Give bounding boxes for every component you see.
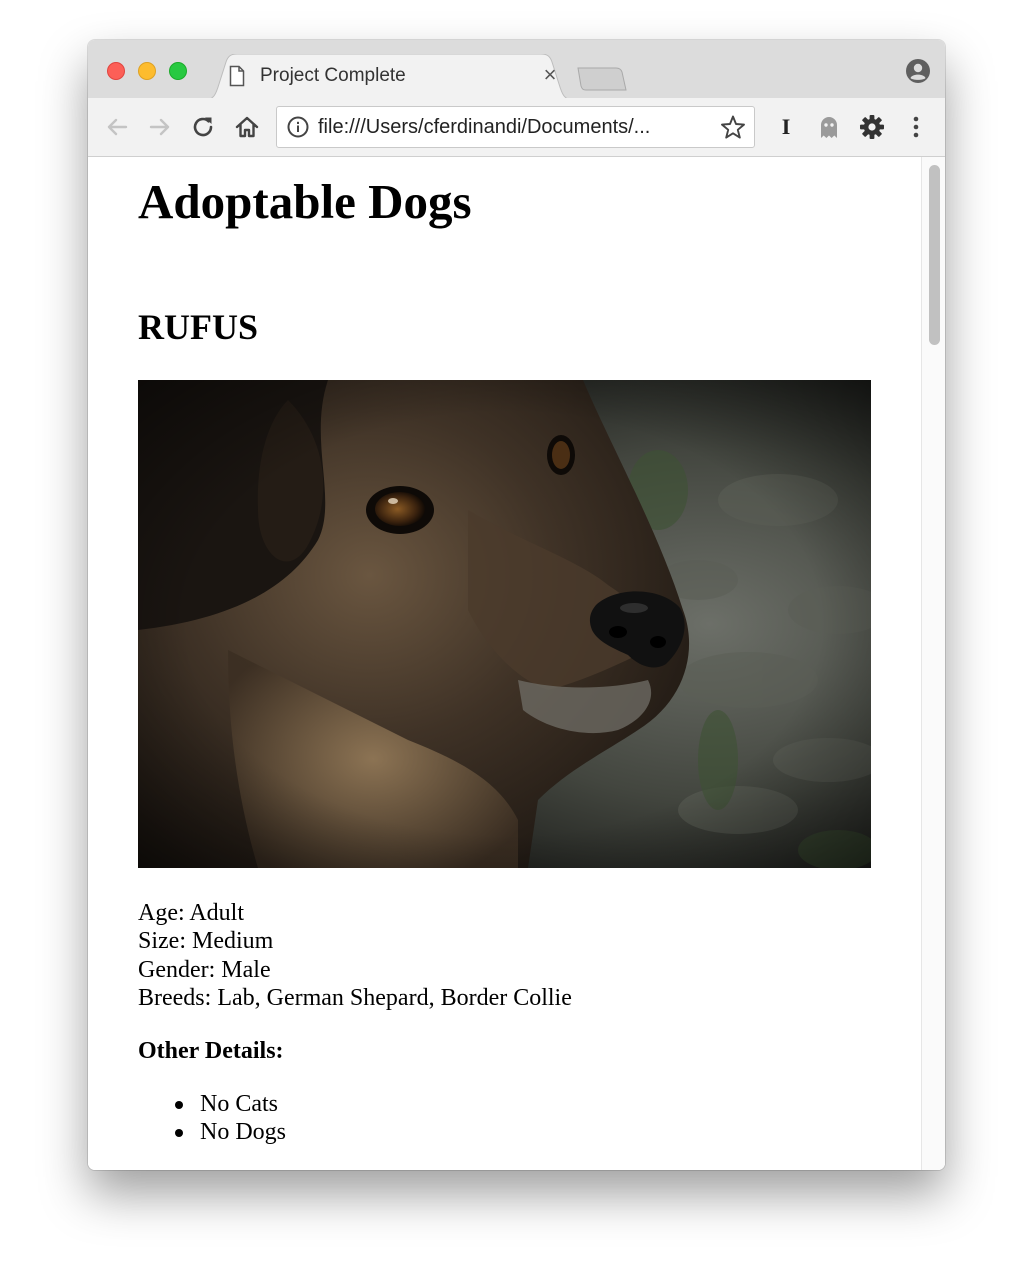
list-item-text: No Dogs [200, 1119, 287, 1146]
zoom-window-button[interactable] [169, 62, 187, 80]
other-details-list: No Cats No Dogs [138, 1090, 286, 1147]
dog-details: Age: Adult Size: Medium Gender: Male Bre… [138, 899, 572, 1013]
list-item-text: No Cats [200, 1091, 278, 1117]
profile-icon[interactable] [905, 58, 931, 84]
gear-icon[interactable] [857, 112, 887, 142]
browser-window: Project Complete × file:///Users/cferdin… [88, 40, 945, 1170]
new-tab-button[interactable] [576, 66, 628, 92]
ghost-icon[interactable] [814, 112, 844, 142]
home-icon[interactable] [232, 112, 262, 142]
detail-breeds: Breeds: Lab, German Shepard, Border Coll… [138, 985, 572, 1012]
reload-icon[interactable] [188, 112, 218, 142]
extension-i-icon[interactable]: I [774, 112, 798, 142]
tab-title: Project Complete [260, 65, 406, 86]
forward-icon[interactable] [145, 112, 175, 142]
minimize-window-button[interactable] [138, 62, 156, 80]
other-details-heading: Other Details: [138, 1038, 284, 1064]
tab-close-button[interactable]: × [538, 62, 562, 88]
url-text: file:///Users/cferdinandi/Documents/... [318, 116, 651, 138]
tab-strip: Project Complete × [88, 40, 945, 100]
page-viewport[interactable]: Adoptable Dogs RUFUS Age: Adult Size: Me… [88, 157, 945, 1170]
list-item: No Dogs [138, 1118, 286, 1146]
detail-size: Size: Medium [138, 928, 274, 955]
dog-photo [138, 380, 871, 868]
scrollbar[interactable] [921, 157, 945, 1170]
tab-project-complete[interactable]: Project Complete × [204, 54, 574, 100]
page-title: Adoptable Dogs [138, 174, 472, 229]
scrollbar-thumb[interactable] [929, 165, 940, 345]
page-icon [229, 65, 245, 87]
more-icon[interactable] [901, 112, 931, 142]
detail-gender: Gender: Male [138, 956, 271, 983]
back-icon[interactable] [102, 112, 132, 142]
dog-name: RUFUS [138, 307, 259, 347]
star-icon[interactable] [720, 114, 746, 140]
address-bar[interactable]: file:///Users/cferdinandi/Documents/... [276, 106, 755, 148]
detail-age: Age: Adult [138, 900, 244, 926]
list-item: No Cats [138, 1090, 286, 1118]
toolbar: file:///Users/cferdinandi/Documents/... … [88, 98, 945, 157]
close-window-button[interactable] [107, 62, 125, 80]
bullet-icon [175, 1129, 183, 1138]
bullet-icon [175, 1101, 183, 1109]
info-icon[interactable] [287, 116, 309, 138]
